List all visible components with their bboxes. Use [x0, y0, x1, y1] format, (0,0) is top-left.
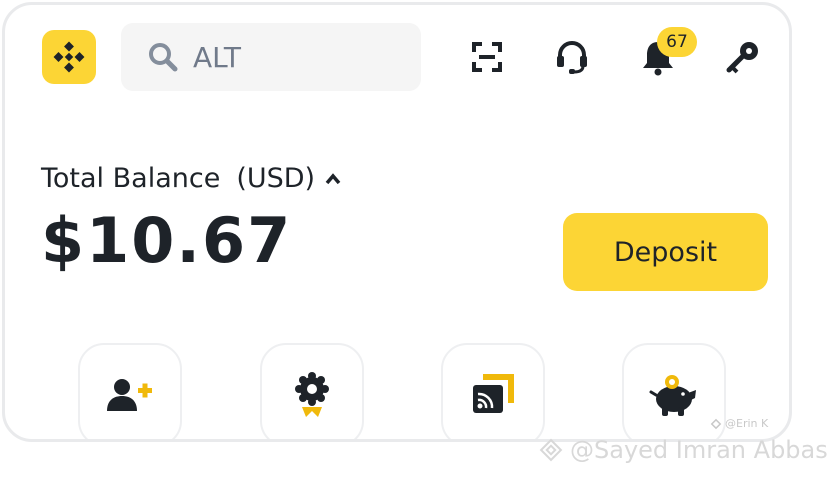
scan-button[interactable]	[465, 35, 509, 79]
headset-icon	[557, 41, 587, 74]
balance-currency: (USD)	[236, 163, 316, 194]
award-badge-icon	[295, 372, 329, 417]
total-balance-title: Total Balance	[41, 163, 221, 194]
piggy-bank-icon	[649, 375, 696, 416]
live-button[interactable]	[441, 343, 545, 439]
rewards-button[interactable]	[260, 343, 364, 439]
search-bar[interactable]	[121, 23, 421, 91]
search-icon	[149, 43, 178, 72]
key-icon	[726, 42, 758, 74]
support-button[interactable]	[550, 35, 594, 79]
add-user-icon	[107, 379, 152, 411]
broadcast-icon	[473, 374, 514, 413]
chevron-up-icon	[325, 172, 341, 184]
watermark-logo-icon	[539, 438, 563, 462]
profile-button[interactable]	[721, 35, 765, 79]
invite-friends-button[interactable]	[78, 343, 182, 439]
secondary-watermark-text: @Erin K	[725, 417, 769, 430]
deposit-button[interactable]: Deposit	[563, 213, 768, 291]
watermark-text: @Sayed Imran Abbas	[570, 436, 827, 464]
total-balance-amount: $10.67	[41, 204, 293, 277]
notification-badge: 67	[657, 27, 697, 57]
total-balance-label: Total Balance (USD)	[41, 163, 341, 194]
watermark-logo-icon	[710, 418, 722, 429]
scan-icon	[472, 42, 502, 72]
collapse-balance-toggle[interactable]	[325, 172, 341, 185]
account-card: 67 Total Balance (USD) $10.67 Deposit	[2, 2, 792, 442]
search-input[interactable]	[193, 40, 393, 74]
binance-logo[interactable]	[42, 30, 96, 84]
binance-logo-icon	[53, 41, 85, 73]
watermark: @Sayed Imran Abbas	[538, 436, 827, 464]
secondary-watermark: @Erin K	[710, 417, 768, 430]
